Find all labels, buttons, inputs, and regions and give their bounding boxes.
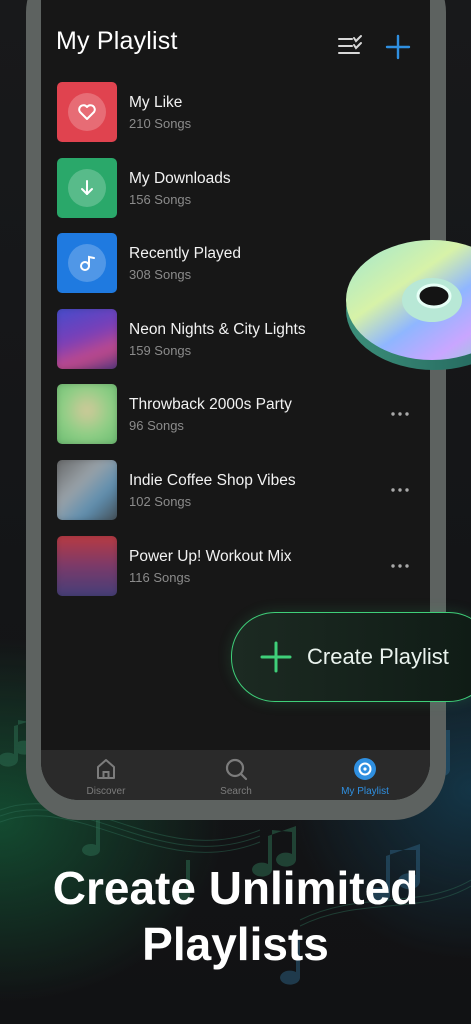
more-dots-icon[interactable] bbox=[390, 480, 410, 500]
add-playlist-plus-icon[interactable] bbox=[385, 34, 411, 60]
playlist-name: Indie Coffee Shop Vibes bbox=[129, 471, 296, 489]
playlist-cover bbox=[57, 233, 117, 294]
promo-headline-line1: Create Unlimited bbox=[52, 862, 419, 914]
list-check-icon[interactable] bbox=[337, 34, 363, 60]
playlist-song-count: 116 Songs bbox=[129, 569, 191, 585]
bottom-tab-bar: Discover Search My Playlist bbox=[41, 750, 430, 800]
disc-icon bbox=[354, 758, 376, 780]
playlist-song-count: 159 Songs bbox=[129, 342, 192, 358]
promo-headline-line2: Playlists bbox=[142, 918, 329, 970]
tab-discover[interactable]: Discover bbox=[51, 750, 161, 800]
playlist-song-count: 96 Songs bbox=[129, 418, 184, 434]
plus-icon bbox=[260, 641, 292, 673]
more-dots-icon[interactable] bbox=[390, 404, 410, 424]
playlist-name: Recently Played bbox=[129, 245, 242, 263]
playlist-name: My Like bbox=[129, 94, 183, 111]
playlist-cover-image bbox=[57, 459, 117, 520]
download-arrow-icon bbox=[81, 179, 93, 195]
playlist-cover bbox=[57, 82, 117, 142]
playlist-item-throwback[interactable]: Throwback 2000s Party 96 Songs bbox=[57, 384, 427, 460]
tab-my-playlist[interactable]: My Playlist bbox=[310, 750, 420, 800]
playlist-cover-image bbox=[57, 308, 117, 369]
more-dots-icon[interactable] bbox=[390, 556, 410, 576]
playlist-item-my-downloads[interactable]: My Downloads 156 Songs bbox=[57, 157, 427, 234]
playlist-item-my-like[interactable]: My Like 210 Songs bbox=[57, 82, 427, 158]
playlist-song-count: 308 Songs bbox=[129, 267, 192, 283]
home-icon bbox=[97, 759, 115, 779]
playlist-item-indie-coffee[interactable]: Indie Coffee Shop Vibes 102 Songs bbox=[57, 459, 427, 536]
playlist-item-power-up[interactable]: Power Up! Workout Mix 116 Songs bbox=[57, 535, 427, 612]
tab-label: Search bbox=[220, 786, 252, 797]
create-playlist-label: Create Playlist bbox=[307, 644, 449, 669]
playlist-cover bbox=[57, 157, 117, 218]
tab-label: My Playlist bbox=[341, 786, 389, 797]
playlist-name: My Downloads bbox=[129, 169, 231, 187]
heart-icon bbox=[78, 104, 96, 120]
playlist-song-count: 210 Songs bbox=[129, 116, 192, 131]
playlist-name: Power Up! Workout Mix bbox=[129, 547, 292, 565]
playlist-cover-image bbox=[57, 535, 117, 596]
playlist-name: Neon Nights & City Lights bbox=[129, 320, 306, 338]
tab-label: Discover bbox=[86, 786, 126, 797]
create-playlist-button[interactable]: Create Playlist bbox=[231, 612, 471, 702]
playlist-song-count: 156 Songs bbox=[129, 191, 192, 207]
playlist-song-count: 102 Songs bbox=[129, 493, 192, 509]
playlist-cover-image bbox=[57, 384, 117, 445]
playlist-name: Throwback 2000s Party bbox=[129, 396, 292, 414]
tab-search[interactable]: Search bbox=[181, 750, 291, 800]
music-note-icon bbox=[80, 255, 95, 272]
page-title: My Playlist bbox=[56, 27, 178, 55]
search-icon bbox=[225, 758, 248, 781]
cd-disc-illustration bbox=[346, 240, 471, 370]
